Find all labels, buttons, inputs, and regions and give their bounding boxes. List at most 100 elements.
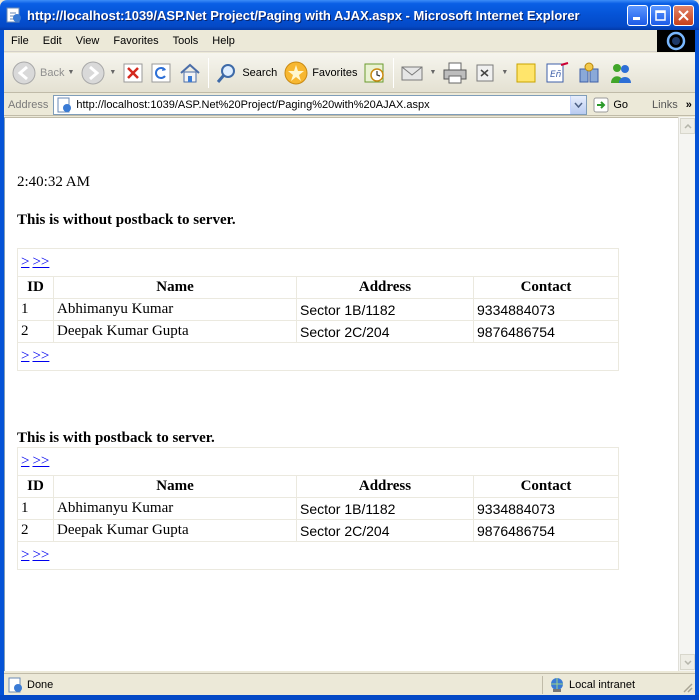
- links-chevron-icon[interactable]: »: [686, 99, 692, 111]
- resize-grip-icon[interactable]: [681, 681, 693, 693]
- pager-last-link[interactable]: >>: [32, 547, 49, 563]
- go-label: Go: [613, 98, 629, 111]
- cell-id: 2: [17, 519, 54, 542]
- favorites-button[interactable]: Favorites: [280, 55, 360, 91]
- discuss-button[interactable]: [511, 55, 541, 91]
- menu-help[interactable]: Help: [205, 30, 242, 52]
- refresh-button[interactable]: [147, 55, 175, 91]
- back-label: Back: [40, 66, 65, 79]
- search-icon: [217, 63, 236, 83]
- messenger-button[interactable]: [605, 55, 637, 91]
- pager: > >>: [17, 342, 619, 371]
- stop-button[interactable]: [119, 55, 147, 91]
- page-icon: [57, 97, 72, 112]
- column-header-contact: Contact: [473, 276, 619, 299]
- menu-edit[interactable]: Edit: [36, 30, 69, 52]
- links-label[interactable]: Links: [652, 99, 678, 111]
- discuss-note-icon: [516, 63, 536, 82]
- section-caption-without-postback: This is without postback to server.: [17, 212, 236, 228]
- menu-favorites[interactable]: Favorites: [106, 30, 165, 52]
- minimize-button[interactable]: [627, 5, 648, 26]
- column-header-address: Address: [296, 276, 474, 299]
- chevron-down-icon: [683, 659, 692, 665]
- security-zone[interactable]: Local intranet: [542, 676, 678, 694]
- pager-row-bottom: > >>: [17, 541, 619, 570]
- history-button[interactable]: [360, 55, 390, 91]
- data-grid-with-postback: > >> ID Name Address Contact 1 Abhimanyu …: [17, 447, 619, 570]
- toolbar: Back ▼ ▼ Search Favorites ▼ ▼ Eñ: [4, 53, 695, 93]
- header-row: ID Name Address Contact: [17, 475, 619, 498]
- tools-button[interactable]: [573, 55, 605, 91]
- refresh-icon: [151, 63, 171, 82]
- home-button[interactable]: [175, 55, 205, 91]
- current-time: 2:40:32 AM: [17, 174, 90, 190]
- scroll-up-button[interactable]: [680, 118, 695, 134]
- table-row: 2 Deepak Kumar Gupta Sector 2C/204 98764…: [17, 320, 619, 343]
- research-button[interactable]: Eñ: [541, 55, 573, 91]
- edit-button[interactable]: ▼: [471, 55, 511, 91]
- data-grid-without-postback: > >> ID Name Address Contact 1 Abhimanyu …: [17, 248, 619, 371]
- edit-page-icon: [476, 64, 494, 81]
- cell-name: Deepak Kumar Gupta: [53, 519, 297, 542]
- go-arrow-icon: [593, 97, 609, 112]
- tools-icon: [579, 62, 599, 82]
- mail-dropdown-icon[interactable]: ▼: [429, 69, 436, 76]
- address-input[interactable]: http://localhost:1039/ASP.Net%20Project/…: [53, 94, 588, 115]
- pager-next-link[interactable]: >: [21, 348, 29, 364]
- mail-button[interactable]: ▼: [397, 55, 439, 91]
- chevron-down-icon: [574, 102, 583, 108]
- maximize-button[interactable]: [650, 5, 671, 26]
- back-arrow-icon: [12, 61, 36, 84]
- pager-last-link[interactable]: >>: [32, 254, 49, 270]
- menu-file[interactable]: File: [4, 30, 36, 52]
- section-caption-with-postback: This is with postback to server.: [17, 430, 215, 446]
- scroll-down-button[interactable]: [680, 654, 695, 670]
- header-row: ID Name Address Contact: [17, 276, 619, 299]
- maximize-icon: [655, 10, 666, 21]
- edit-dropdown-icon[interactable]: ▼: [501, 69, 508, 76]
- pager-next-link[interactable]: >: [21, 547, 29, 563]
- forward-arrow-icon: [81, 61, 105, 84]
- cell-contact: 9876486754: [473, 320, 619, 343]
- table-row: 1 Abhimanyu Kumar Sector 1B/1182 9334884…: [17, 497, 619, 520]
- pager-row-bottom: > >>: [17, 342, 619, 371]
- close-button[interactable]: [673, 5, 694, 26]
- cell-address: Sector 1B/1182: [296, 298, 474, 321]
- pager-last-link[interactable]: >>: [32, 453, 49, 469]
- cell-contact: 9334884073: [473, 497, 619, 520]
- forward-dropdown-icon[interactable]: ▼: [109, 69, 116, 76]
- close-icon: [678, 10, 689, 21]
- column-header-contact: Contact: [473, 475, 619, 498]
- back-dropdown-icon[interactable]: ▼: [67, 69, 74, 76]
- window-title: http://localhost:1039/ASP.Net Project/Pa…: [27, 7, 580, 23]
- pager-next-link[interactable]: >: [21, 453, 29, 469]
- forward-button[interactable]: ▼: [77, 55, 119, 91]
- toolbar-separator: [393, 57, 395, 88]
- window-frame-right: [695, 30, 699, 700]
- print-button[interactable]: [439, 55, 471, 91]
- back-button[interactable]: Back ▼: [8, 55, 77, 91]
- ie-page-icon: [6, 7, 21, 23]
- address-bar: Address http://localhost:1039/ASP.Net%20…: [4, 94, 695, 116]
- chevron-up-icon: [683, 123, 692, 129]
- windows-logo-icon: [657, 30, 695, 52]
- pager-row-top: > >>: [17, 447, 619, 476]
- status-bar: Done Local intranet: [4, 673, 695, 695]
- favorites-label: Favorites: [312, 66, 358, 79]
- printer-icon: [443, 62, 467, 83]
- pager-next-link[interactable]: >: [21, 254, 29, 270]
- status-text: Done: [27, 678, 54, 691]
- address-dropdown-button[interactable]: [570, 95, 587, 114]
- menu-tools[interactable]: Tools: [166, 30, 206, 52]
- toolbar-separator: [208, 57, 210, 88]
- go-button[interactable]: Go: [593, 97, 628, 113]
- security-zone-label: Local intranet: [569, 679, 636, 691]
- search-button[interactable]: Search: [212, 55, 280, 91]
- svg-text:Eñ: Eñ: [550, 70, 562, 80]
- address-label: Address: [8, 98, 49, 111]
- vertical-scrollbar[interactable]: [678, 117, 695, 671]
- window-frame-bottom: [0, 695, 699, 700]
- menu-view[interactable]: View: [69, 30, 107, 52]
- pager-last-link[interactable]: >>: [32, 348, 49, 364]
- pager-row-top: > >>: [17, 248, 619, 277]
